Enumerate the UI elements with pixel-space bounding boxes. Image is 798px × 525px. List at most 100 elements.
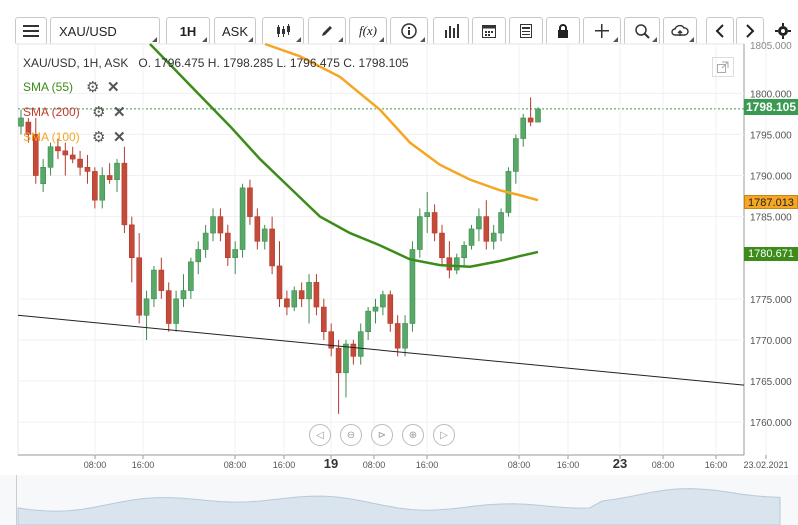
candle-body [394, 323, 401, 349]
y-tick-label: 1765.000 [750, 377, 792, 388]
candle-body [298, 290, 305, 300]
candle-body [106, 175, 113, 180]
x-tick-label: 08:00 [84, 460, 107, 470]
candle-body [55, 146, 61, 152]
nav-reset-button[interactable]: ⊳ [371, 424, 393, 446]
nav-forward-button[interactable]: ▷ [433, 424, 455, 446]
y-tick-label: 1770.000 [750, 336, 792, 347]
sma55-close-icon[interactable]: ✕ [107, 78, 120, 96]
candle-body [158, 269, 165, 291]
x-tick-label: 16:00 [557, 460, 580, 470]
sma200-close-icon[interactable]: ✕ [113, 103, 126, 121]
x-tick-label: 08:00 [363, 460, 386, 470]
y-tick-label: 1795.000 [750, 130, 792, 141]
candle-body [261, 228, 268, 242]
candle-body [431, 212, 438, 234]
candle-body [151, 269, 157, 300]
legend-sma55[interactable]: SMA (55) [23, 80, 73, 94]
x-tick-label: 19 [324, 456, 338, 471]
candle-body [306, 282, 312, 300]
candle-body [210, 216, 216, 234]
x-tick-label: 08:00 [224, 460, 247, 470]
legend-sma100-label: SMA (100) [23, 130, 80, 144]
candle-body [520, 117, 527, 139]
candle-body [173, 298, 179, 324]
candle-body [476, 216, 482, 230]
x-tick-label: 08:00 [652, 460, 675, 470]
sma200-settings-icon[interactable]: ⚙ [92, 103, 105, 121]
candle-body [453, 257, 460, 271]
candle-body [84, 167, 91, 172]
triangle-right-icon: ▷ [440, 429, 448, 441]
candle-body [321, 306, 327, 333]
zoom-in-icon: ⊕ [408, 429, 418, 441]
nav-zoom-in-button[interactable]: ⊕ [402, 424, 424, 446]
candle-body [202, 232, 209, 250]
candle-body [269, 228, 275, 267]
candle-body [276, 265, 283, 300]
x-tick-label: 23 [613, 456, 627, 471]
candle-body [446, 257, 453, 271]
candle-body [365, 310, 371, 332]
candle-body [62, 150, 69, 156]
sma100-price-label: 1787.013 [744, 195, 798, 209]
ohlc-values: O. 1796.475 H. 1798.285 L. 1796.475 C. 1… [138, 56, 409, 70]
y-tick-label: 1785.000 [750, 213, 792, 224]
instrument-label: XAU/USD, 1H, ASK [23, 56, 129, 70]
candle-body [291, 290, 298, 308]
candle-body [417, 216, 423, 250]
x-tick-label: 16:00 [273, 460, 296, 470]
candle-body [350, 343, 357, 357]
y-tick-label-top: 1805.000 [750, 41, 792, 52]
candle-body [535, 108, 541, 123]
candle-body [40, 167, 46, 185]
candle-body [69, 154, 76, 160]
candle-body [165, 290, 172, 324]
y-tick-label: 1775.000 [750, 295, 792, 306]
popout-button[interactable] [712, 57, 734, 77]
nav-zoom-out-button[interactable]: ⊖ [340, 424, 362, 446]
candle-body [92, 171, 98, 201]
sma100-settings-icon[interactable]: ⚙ [92, 128, 105, 146]
candle-body [357, 331, 364, 357]
last-price-label: 1798.105 [744, 99, 798, 115]
candle-body [468, 228, 475, 246]
candle-body [18, 117, 24, 127]
sma55-price-label: 1780.671 [744, 247, 798, 261]
x-tick-label: 08:00 [508, 460, 531, 470]
triangle-left-icon: ◁ [316, 429, 324, 441]
candle-body [402, 323, 408, 349]
x-tick-label: 23.02.2021 [743, 460, 788, 470]
nav-back-button[interactable]: ◁ [309, 424, 331, 446]
legend-sma200[interactable]: SMA (200) [23, 105, 80, 119]
candle-body [527, 117, 534, 123]
overview-navigator[interactable] [0, 475, 798, 525]
candle-body [128, 224, 135, 259]
candle-body [335, 347, 342, 374]
candle-body [188, 261, 194, 291]
reset-icon: ⊳ [377, 429, 387, 441]
candle-body [195, 249, 202, 263]
candle-body [247, 187, 253, 217]
chart-header: XAU/USD, 1H, ASK O. 1796.475 H. 1798.285… [23, 56, 409, 70]
zoom-out-icon: ⊖ [346, 429, 356, 441]
candle-body [387, 294, 394, 324]
candle-body [424, 212, 431, 217]
candle-body [513, 138, 519, 172]
sma55-settings-icon[interactable]: ⚙ [86, 78, 99, 96]
candle-body [136, 257, 142, 316]
candle-body [121, 162, 128, 226]
candle-body [239, 187, 246, 250]
legend-sma200-label: SMA (200) [23, 105, 80, 119]
candle-body [490, 232, 497, 242]
candle-body [232, 249, 238, 259]
sma100-close-icon[interactable]: ✕ [113, 128, 126, 146]
legend-sma100[interactable]: SMA (100) [23, 130, 80, 144]
candle-body [47, 146, 54, 168]
legend-sma55-label: SMA (55) [23, 80, 74, 94]
price-chart[interactable]: 1800.0001795.0001790.0001785.0001775.000… [0, 0, 798, 525]
candle-body [225, 232, 231, 259]
popout-icon [717, 61, 729, 73]
candle-body [483, 216, 490, 242]
y-tick-label: 1760.000 [750, 418, 792, 429]
